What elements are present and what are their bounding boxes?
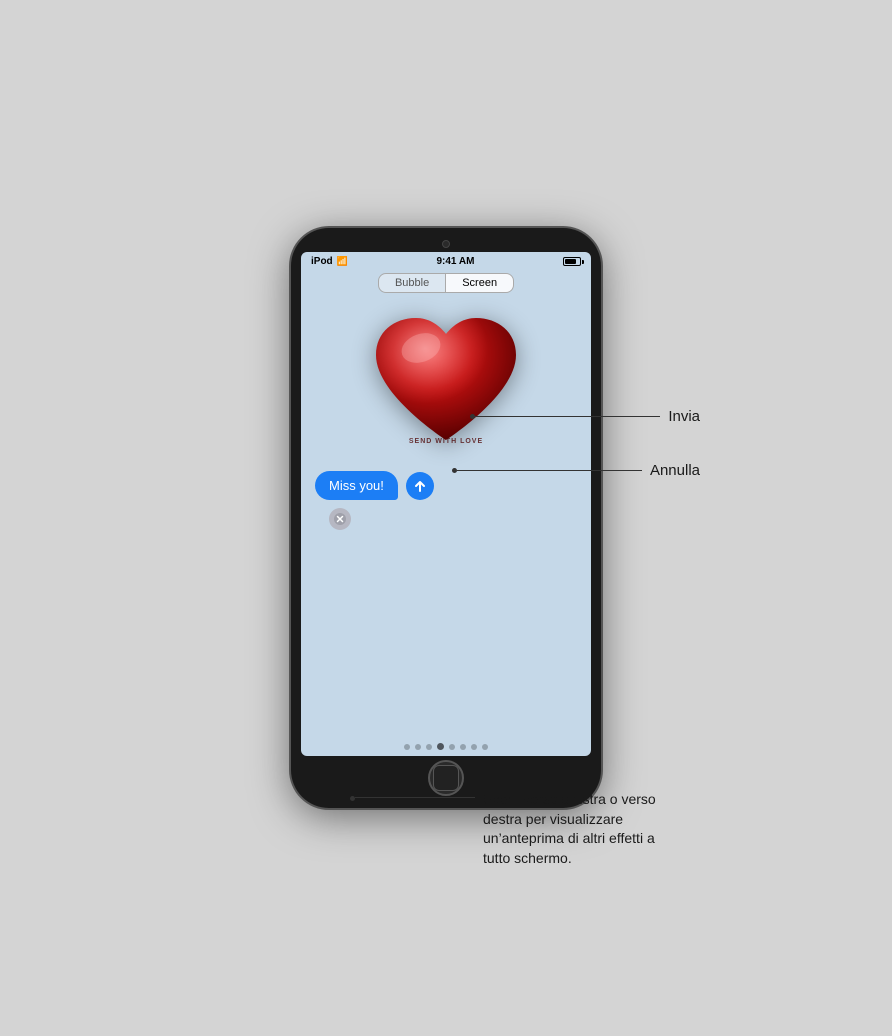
dot-3 (426, 744, 432, 750)
battery-icon (563, 257, 581, 266)
heart-container: SEND WITH LOVE (361, 305, 531, 465)
dot-7 (471, 744, 477, 750)
send-annotation-label: Invia (668, 408, 700, 425)
send-arrow-icon (413, 479, 427, 493)
page-wrapper: iPod 📶 9:41 AM Bubble Screen (0, 0, 892, 1036)
page-dots (301, 733, 591, 756)
cancel-annotation-label: Annulla (650, 462, 700, 479)
wifi-icon: 📶 (337, 256, 348, 267)
cancel-button[interactable] (329, 508, 351, 530)
dot-4-active (437, 743, 444, 750)
cancel-row (301, 506, 591, 532)
battery-fill (565, 259, 576, 264)
send-button[interactable] (406, 472, 434, 500)
dot-5 (449, 744, 455, 750)
tab-bar: Bubble Screen (301, 269, 591, 297)
send-with-love-label: SEND WITH LOVE (409, 438, 483, 445)
dot-6 (460, 744, 466, 750)
message-row: Miss you! (301, 465, 591, 506)
ipod-device: iPod 📶 9:41 AM Bubble Screen (291, 228, 601, 808)
status-left: iPod 📶 (311, 256, 348, 267)
tab-bubble[interactable]: Bubble (378, 273, 446, 293)
home-button[interactable] (428, 760, 464, 796)
time-label: 9:41 AM (436, 256, 474, 267)
home-button-inner (433, 765, 459, 791)
message-bubble: Miss you! (315, 471, 398, 500)
front-camera (442, 240, 450, 248)
tab-screen[interactable]: Screen (446, 273, 514, 293)
cancel-x-icon (334, 513, 346, 525)
device-screen: iPod 📶 9:41 AM Bubble Screen (301, 252, 591, 756)
device-name-label: iPod (311, 256, 333, 267)
dot-1 (404, 744, 410, 750)
content-area: SEND WITH LOVE Miss you! (301, 297, 591, 733)
dot-2 (415, 744, 421, 750)
status-right (563, 257, 581, 266)
dot-8 (482, 744, 488, 750)
status-bar: iPod 📶 9:41 AM (301, 252, 591, 269)
